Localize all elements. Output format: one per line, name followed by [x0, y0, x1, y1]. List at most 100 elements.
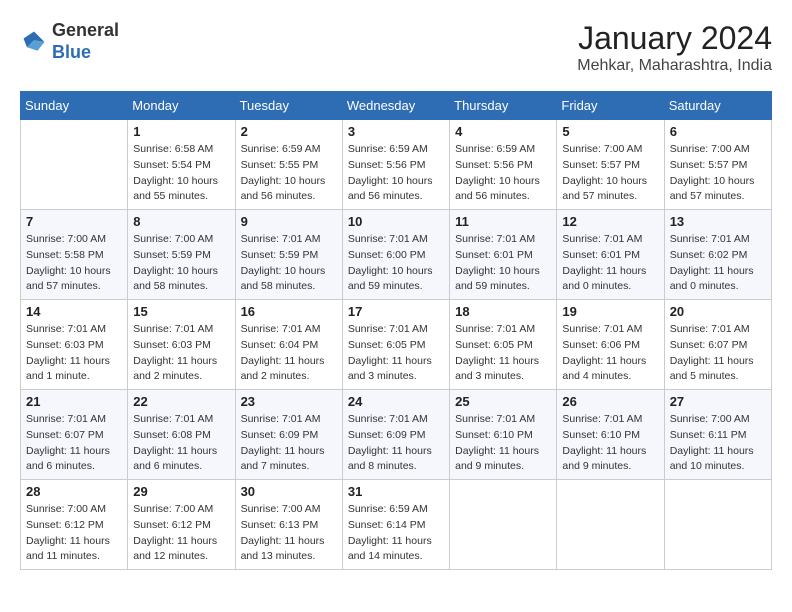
day-number: 6 [670, 124, 766, 139]
day-detail: Sunrise: 7:00 AM Sunset: 6:13 PM Dayligh… [241, 502, 337, 565]
calendar-cell: 1 Sunrise: 6:58 AM Sunset: 5:54 PM Dayli… [128, 120, 235, 210]
day-number: 17 [348, 304, 444, 319]
day-number: 4 [455, 124, 551, 139]
day-detail: Sunrise: 7:01 AM Sunset: 6:05 PM Dayligh… [455, 322, 551, 385]
calendar-cell: 25 Sunrise: 7:01 AM Sunset: 6:10 PM Dayl… [450, 390, 557, 480]
day-number: 11 [455, 214, 551, 229]
day-number: 12 [562, 214, 658, 229]
calendar-cell: 22 Sunrise: 7:01 AM Sunset: 6:08 PM Dayl… [128, 390, 235, 480]
logo-blue-text: Blue [52, 42, 91, 62]
day-number: 24 [348, 394, 444, 409]
weekday-header-wednesday: Wednesday [342, 92, 449, 120]
day-detail: Sunrise: 6:59 AM Sunset: 6:14 PM Dayligh… [348, 502, 444, 565]
day-detail: Sunrise: 7:01 AM Sunset: 6:02 PM Dayligh… [670, 232, 766, 295]
calendar-cell [557, 480, 664, 570]
day-detail: Sunrise: 7:01 AM Sunset: 6:09 PM Dayligh… [241, 412, 337, 475]
calendar-cell: 4 Sunrise: 6:59 AM Sunset: 5:56 PM Dayli… [450, 120, 557, 210]
calendar-cell: 28 Sunrise: 7:00 AM Sunset: 6:12 PM Dayl… [21, 480, 128, 570]
day-detail: Sunrise: 7:01 AM Sunset: 6:09 PM Dayligh… [348, 412, 444, 475]
calendar-cell: 6 Sunrise: 7:00 AM Sunset: 5:57 PM Dayli… [664, 120, 771, 210]
day-number: 18 [455, 304, 551, 319]
calendar-cell: 3 Sunrise: 6:59 AM Sunset: 5:56 PM Dayli… [342, 120, 449, 210]
calendar-cell: 2 Sunrise: 6:59 AM Sunset: 5:55 PM Dayli… [235, 120, 342, 210]
weekday-header-friday: Friday [557, 92, 664, 120]
title-block: January 2024 Mehkar, Maharashtra, India [577, 20, 772, 75]
day-detail: Sunrise: 7:00 AM Sunset: 5:57 PM Dayligh… [670, 142, 766, 205]
day-number: 15 [133, 304, 229, 319]
calendar-table: SundayMondayTuesdayWednesdayThursdayFrid… [20, 91, 772, 570]
logo-icon [20, 28, 48, 56]
calendar-cell: 9 Sunrise: 7:01 AM Sunset: 5:59 PM Dayli… [235, 210, 342, 300]
day-number: 9 [241, 214, 337, 229]
calendar-week-row: 7 Sunrise: 7:00 AM Sunset: 5:58 PM Dayli… [21, 210, 772, 300]
day-number: 20 [670, 304, 766, 319]
day-number: 14 [26, 304, 122, 319]
day-detail: Sunrise: 6:59 AM Sunset: 5:55 PM Dayligh… [241, 142, 337, 205]
calendar-cell: 18 Sunrise: 7:01 AM Sunset: 6:05 PM Dayl… [450, 300, 557, 390]
day-detail: Sunrise: 7:01 AM Sunset: 5:59 PM Dayligh… [241, 232, 337, 295]
calendar-week-row: 21 Sunrise: 7:01 AM Sunset: 6:07 PM Dayl… [21, 390, 772, 480]
calendar-week-row: 14 Sunrise: 7:01 AM Sunset: 6:03 PM Dayl… [21, 300, 772, 390]
day-number: 8 [133, 214, 229, 229]
location-text: Mehkar, Maharashtra, India [577, 57, 772, 75]
day-detail: Sunrise: 7:01 AM Sunset: 6:04 PM Dayligh… [241, 322, 337, 385]
day-number: 2 [241, 124, 337, 139]
day-number: 10 [348, 214, 444, 229]
calendar-cell: 21 Sunrise: 7:01 AM Sunset: 6:07 PM Dayl… [21, 390, 128, 480]
day-detail: Sunrise: 7:00 AM Sunset: 5:57 PM Dayligh… [562, 142, 658, 205]
calendar-cell: 14 Sunrise: 7:01 AM Sunset: 6:03 PM Dayl… [21, 300, 128, 390]
calendar-cell: 12 Sunrise: 7:01 AM Sunset: 6:01 PM Dayl… [557, 210, 664, 300]
day-number: 31 [348, 484, 444, 499]
day-number: 23 [241, 394, 337, 409]
calendar-cell: 17 Sunrise: 7:01 AM Sunset: 6:05 PM Dayl… [342, 300, 449, 390]
weekday-header-sunday: Sunday [21, 92, 128, 120]
calendar-cell: 15 Sunrise: 7:01 AM Sunset: 6:03 PM Dayl… [128, 300, 235, 390]
weekday-header-row: SundayMondayTuesdayWednesdayThursdayFrid… [21, 92, 772, 120]
page-header: General Blue January 2024 Mehkar, Mahara… [20, 20, 772, 75]
day-detail: Sunrise: 7:00 AM Sunset: 6:11 PM Dayligh… [670, 412, 766, 475]
calendar-cell [664, 480, 771, 570]
logo: General Blue [20, 20, 119, 63]
calendar-cell: 8 Sunrise: 7:00 AM Sunset: 5:59 PM Dayli… [128, 210, 235, 300]
calendar-cell: 27 Sunrise: 7:00 AM Sunset: 6:11 PM Dayl… [664, 390, 771, 480]
day-detail: Sunrise: 7:00 AM Sunset: 6:12 PM Dayligh… [26, 502, 122, 565]
day-number: 29 [133, 484, 229, 499]
day-detail: Sunrise: 6:59 AM Sunset: 5:56 PM Dayligh… [348, 142, 444, 205]
day-detail: Sunrise: 7:01 AM Sunset: 6:06 PM Dayligh… [562, 322, 658, 385]
day-number: 1 [133, 124, 229, 139]
day-detail: Sunrise: 7:00 AM Sunset: 5:58 PM Dayligh… [26, 232, 122, 295]
day-detail: Sunrise: 7:00 AM Sunset: 5:59 PM Dayligh… [133, 232, 229, 295]
calendar-cell: 5 Sunrise: 7:00 AM Sunset: 5:57 PM Dayli… [557, 120, 664, 210]
calendar-cell [21, 120, 128, 210]
day-number: 26 [562, 394, 658, 409]
calendar-cell: 29 Sunrise: 7:00 AM Sunset: 6:12 PM Dayl… [128, 480, 235, 570]
day-number: 13 [670, 214, 766, 229]
day-detail: Sunrise: 6:59 AM Sunset: 5:56 PM Dayligh… [455, 142, 551, 205]
day-detail: Sunrise: 7:00 AM Sunset: 6:12 PM Dayligh… [133, 502, 229, 565]
day-detail: Sunrise: 7:01 AM Sunset: 6:07 PM Dayligh… [26, 412, 122, 475]
day-number: 7 [26, 214, 122, 229]
day-number: 25 [455, 394, 551, 409]
day-detail: Sunrise: 7:01 AM Sunset: 6:08 PM Dayligh… [133, 412, 229, 475]
calendar-cell: 23 Sunrise: 7:01 AM Sunset: 6:09 PM Dayl… [235, 390, 342, 480]
calendar-cell: 16 Sunrise: 7:01 AM Sunset: 6:04 PM Dayl… [235, 300, 342, 390]
weekday-header-monday: Monday [128, 92, 235, 120]
day-number: 21 [26, 394, 122, 409]
calendar-cell: 31 Sunrise: 6:59 AM Sunset: 6:14 PM Dayl… [342, 480, 449, 570]
day-detail: Sunrise: 7:01 AM Sunset: 6:05 PM Dayligh… [348, 322, 444, 385]
day-detail: Sunrise: 7:01 AM Sunset: 6:01 PM Dayligh… [562, 232, 658, 295]
calendar-cell [450, 480, 557, 570]
day-number: 16 [241, 304, 337, 319]
calendar-week-row: 28 Sunrise: 7:00 AM Sunset: 6:12 PM Dayl… [21, 480, 772, 570]
day-number: 19 [562, 304, 658, 319]
calendar-cell: 11 Sunrise: 7:01 AM Sunset: 6:01 PM Dayl… [450, 210, 557, 300]
weekday-header-saturday: Saturday [664, 92, 771, 120]
day-detail: Sunrise: 7:01 AM Sunset: 6:10 PM Dayligh… [455, 412, 551, 475]
calendar-cell: 24 Sunrise: 7:01 AM Sunset: 6:09 PM Dayl… [342, 390, 449, 480]
calendar-cell: 7 Sunrise: 7:00 AM Sunset: 5:58 PM Dayli… [21, 210, 128, 300]
calendar-cell: 26 Sunrise: 7:01 AM Sunset: 6:10 PM Dayl… [557, 390, 664, 480]
day-number: 3 [348, 124, 444, 139]
day-detail: Sunrise: 6:58 AM Sunset: 5:54 PM Dayligh… [133, 142, 229, 205]
calendar-cell: 19 Sunrise: 7:01 AM Sunset: 6:06 PM Dayl… [557, 300, 664, 390]
calendar-cell: 20 Sunrise: 7:01 AM Sunset: 6:07 PM Dayl… [664, 300, 771, 390]
